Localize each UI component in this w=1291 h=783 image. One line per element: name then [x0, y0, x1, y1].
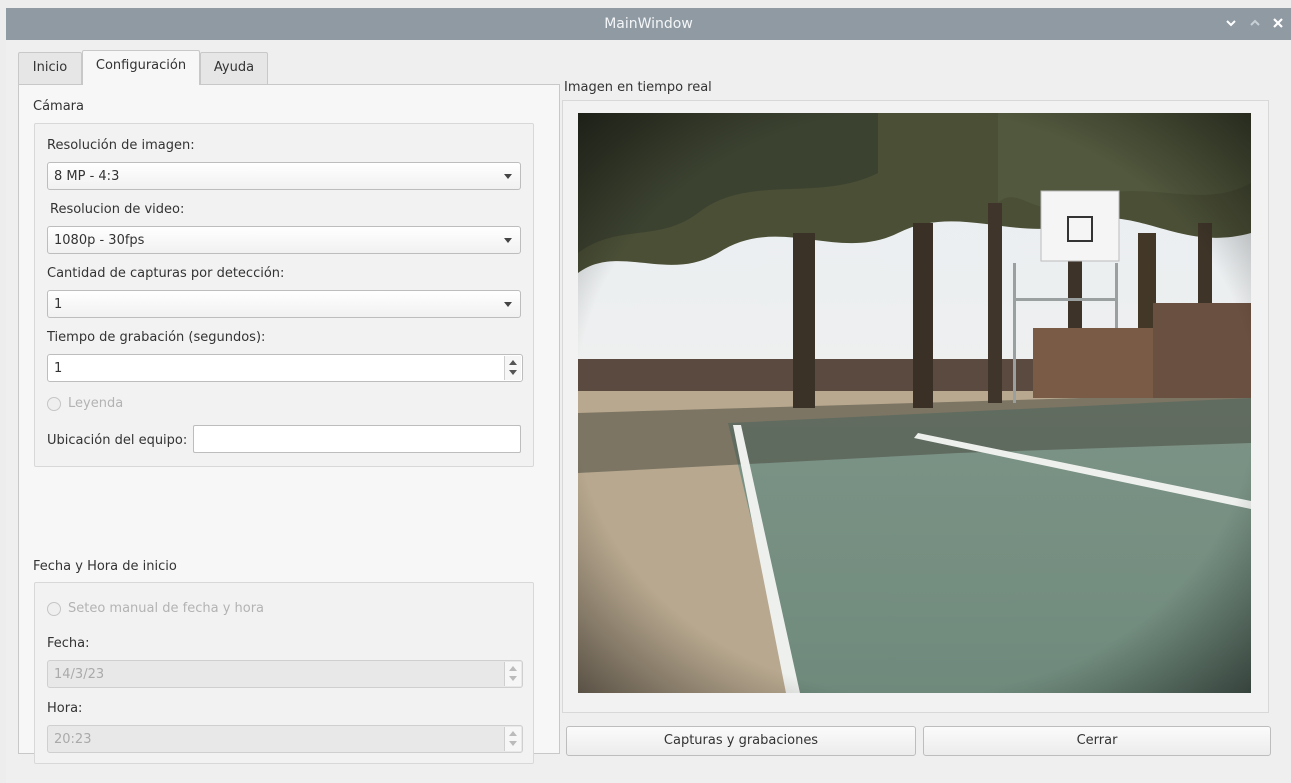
spin-up-icon[interactable] — [509, 360, 517, 365]
spin-buttons[interactable] — [504, 727, 521, 751]
chevron-down-icon — [504, 302, 512, 307]
spin-buttons[interactable] — [504, 662, 521, 686]
video-resolution-select[interactable]: 1080p - 30fps — [47, 226, 521, 254]
tab-ayuda[interactable]: Ayuda — [200, 52, 268, 84]
date-value: 14/3/23 — [54, 667, 105, 682]
image-resolution-select[interactable]: 8 MP - 4:3 — [47, 162, 521, 190]
spin-up-icon[interactable] — [509, 666, 517, 671]
chevron-down-icon — [504, 238, 512, 243]
live-camera-image — [578, 113, 1251, 693]
time-label: Hora: — [47, 701, 83, 716]
camera-group: Resolución de imagen: 8 MP - 4:3 Resoluc… — [34, 123, 534, 467]
captures-select[interactable]: 1 — [47, 290, 521, 318]
recording-time-label: Tiempo de grabación (segundos): — [47, 330, 266, 345]
main-window: Inicio Configuración Ayuda Cámara Resolu… — [6, 40, 1291, 783]
spin-up-icon[interactable] — [509, 731, 517, 736]
configuration-panel: Cámara Resolución de imagen: 8 MP - 4:3 … — [18, 84, 560, 764]
minimize-icon[interactable] — [1223, 15, 1239, 31]
close-button[interactable]: Cerrar — [923, 726, 1271, 756]
datetime-group-title: Fecha y Hora de inicio — [33, 559, 177, 574]
manual-datetime-label: Seteo manual de fecha y hora — [68, 601, 265, 616]
location-input[interactable] — [193, 425, 521, 453]
time-value: 20:23 — [54, 732, 92, 747]
spin-down-icon[interactable] — [509, 370, 517, 375]
spin-down-icon[interactable] — [509, 741, 517, 746]
location-label: Ubicación del equipo: — [47, 433, 188, 448]
video-resolution-value: 1080p - 30fps — [54, 233, 145, 248]
manual-datetime-radio[interactable] — [47, 602, 61, 616]
tab-configuracion[interactable]: Configuración — [82, 50, 200, 85]
tab-inicio[interactable]: Inicio — [18, 52, 82, 84]
preview-frame — [562, 100, 1269, 713]
title-bar: MainWindow — [6, 8, 1291, 40]
recording-time-spinbox[interactable]: 1 — [47, 354, 523, 382]
preview-title: Imagen en tiempo real — [564, 80, 712, 95]
maximize-icon[interactable] — [1247, 15, 1263, 31]
time-edit[interactable]: 20:23 — [47, 725, 523, 753]
image-resolution-value: 8 MP - 4:3 — [54, 169, 120, 184]
legend-radio-label: Leyenda — [68, 396, 124, 411]
legend-radio[interactable] — [47, 397, 61, 411]
image-resolution-label: Resolución de imagen: — [47, 138, 195, 153]
date-label: Fecha: — [47, 636, 90, 651]
recording-time-value: 1 — [54, 361, 63, 376]
video-resolution-label: Resolucion de video: — [50, 202, 185, 217]
spin-down-icon[interactable] — [509, 676, 517, 681]
captures-recordings-button[interactable]: Capturas y grabaciones — [566, 726, 916, 756]
captures-label: Cantidad de capturas por detección: — [47, 266, 285, 281]
spin-buttons[interactable] — [504, 356, 521, 380]
chevron-down-icon — [504, 174, 512, 179]
captures-value: 1 — [54, 297, 63, 312]
close-icon[interactable] — [1270, 15, 1286, 31]
window-title: MainWindow — [604, 16, 693, 32]
date-edit[interactable]: 14/3/23 — [47, 660, 523, 688]
datetime-group: Seteo manual de fecha y hora Fecha: 14/3… — [34, 582, 534, 764]
camera-group-title: Cámara — [33, 99, 84, 114]
